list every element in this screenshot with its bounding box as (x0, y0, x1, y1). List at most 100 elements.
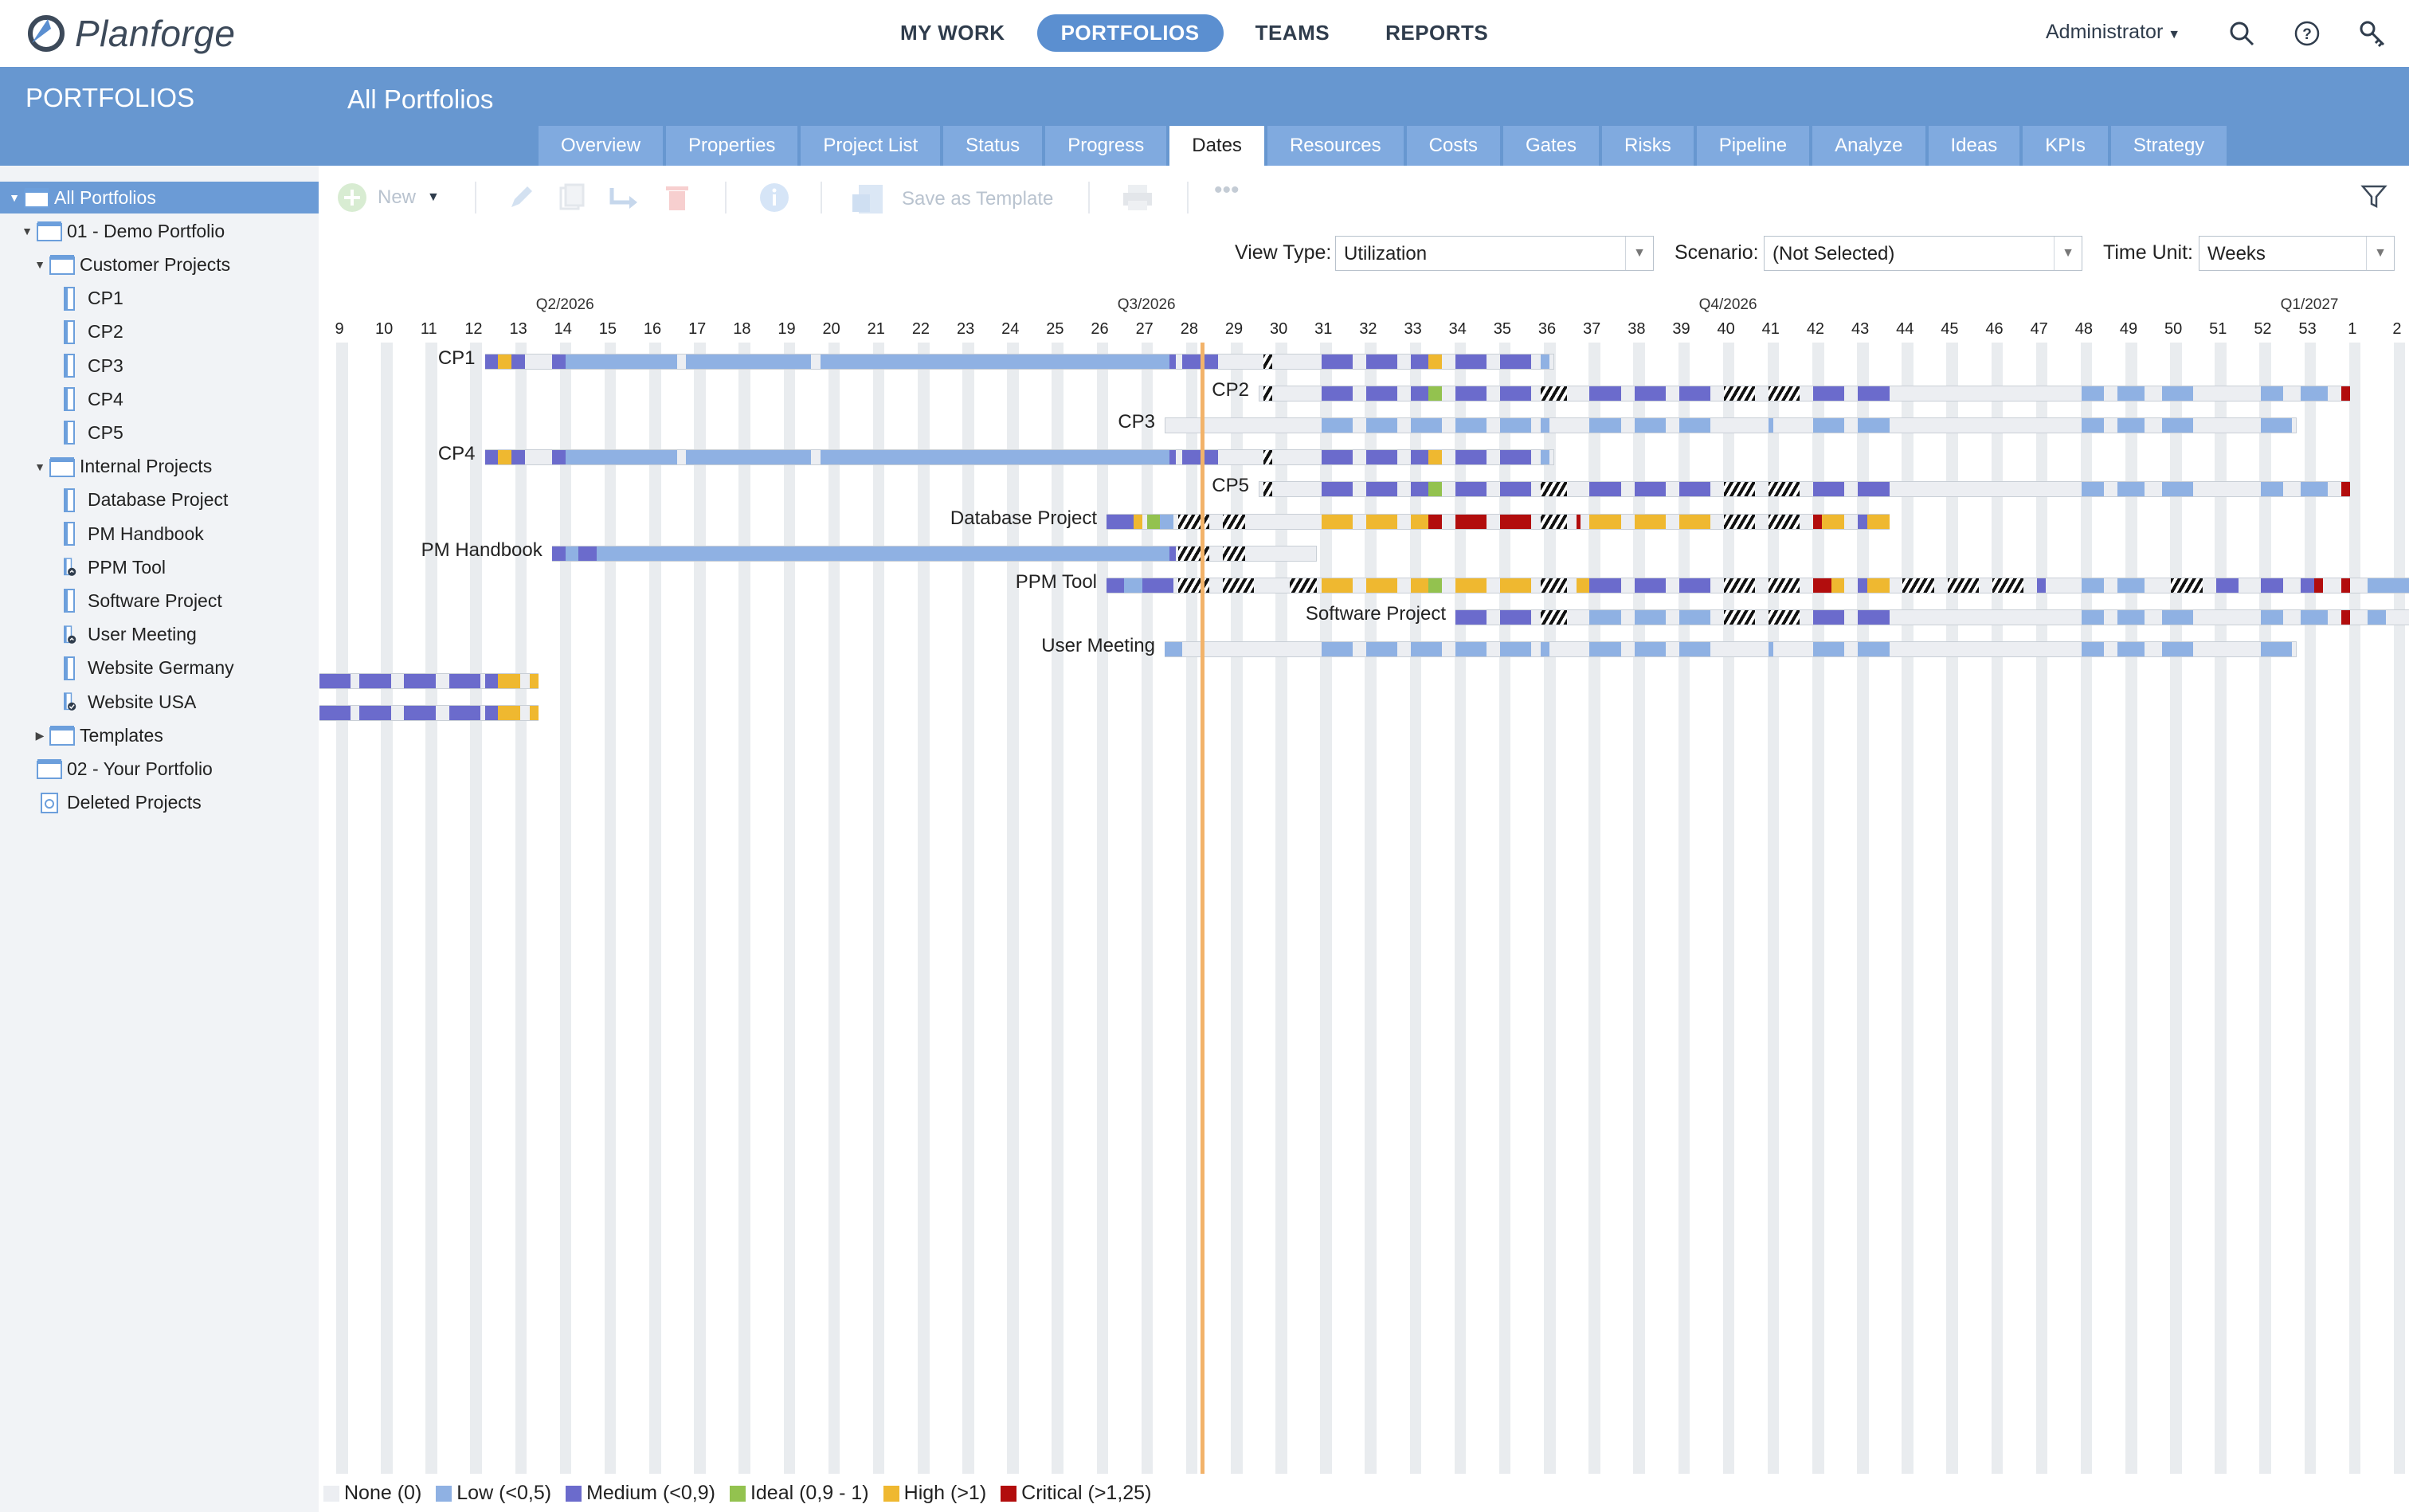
trash-icon[interactable] (661, 182, 693, 213)
utilization-segment-high (1692, 514, 1711, 529)
tree-item-cp1[interactable]: CP1 (48, 283, 123, 315)
utilization-segment-low (2162, 386, 2194, 402)
tree-item-ppm-tool[interactable]: PPM Tool (48, 551, 166, 583)
expand-right-icon[interactable]: ▶ (33, 729, 46, 742)
tree-item-software-project[interactable]: Software Project (48, 585, 222, 617)
project-bar[interactable] (1165, 417, 2297, 434)
print-icon[interactable] (1120, 182, 1155, 213)
tab-analyze[interactable]: Analyze (1812, 126, 1925, 166)
week-band (1185, 343, 1198, 1474)
project-bar[interactable] (319, 673, 539, 689)
nav-reports[interactable]: REPORTS (1361, 14, 1512, 52)
scenario-select[interactable]: (Not Selected) ▼ (1764, 236, 2082, 271)
new-button[interactable]: New ▼ (336, 182, 440, 213)
tree-item-website-usa[interactable]: Website USA (48, 686, 196, 718)
project-bar[interactable] (1258, 386, 2350, 402)
project-bar-label[interactable]: CP4 (438, 443, 476, 465)
utilization-segment-low (1455, 418, 1487, 433)
project-bar-label[interactable]: CP5 (1212, 475, 1249, 497)
view-type-select[interactable]: Utilization ▼ (1335, 236, 1654, 271)
tab-dates[interactable]: Dates (1169, 126, 1264, 166)
tab-status[interactable]: Status (943, 126, 1043, 166)
portfolio-folder-icon (49, 726, 75, 746)
tree-item-cp2[interactable]: CP2 (48, 316, 123, 348)
tree-item-website-germany[interactable]: Website Germany (48, 652, 234, 684)
tab-pipeline[interactable]: Pipeline (1696, 126, 1810, 166)
tab-risks[interactable]: Risks (1602, 126, 1694, 166)
project-in-progress-icon (64, 558, 76, 577)
tree-item-cp3[interactable]: CP3 (48, 350, 123, 382)
project-bar-label[interactable]: Database Project (950, 507, 1097, 530)
project-bar[interactable] (551, 545, 1317, 562)
save-as-template-button[interactable]: Save as Template (851, 182, 1053, 217)
tree-item-all-portfolios[interactable]: ▼ All Portfolios (0, 182, 319, 213)
project-bar[interactable] (1107, 577, 2409, 593)
help-icon[interactable]: ? (2293, 19, 2321, 48)
copy-icon[interactable] (556, 182, 588, 213)
filter-icon[interactable] (2360, 182, 2388, 210)
tab-kpis[interactable]: KPIs (2023, 126, 2108, 166)
utilization-segment-high (1321, 514, 1353, 529)
svg-text:?: ? (2302, 26, 2312, 43)
tree-item-01-demo-portfolio[interactable]: ▼ 01 - Demo Portfolio (21, 215, 225, 247)
tree-item-deleted-projects[interactable]: Deleted Projects (21, 787, 202, 819)
week-label: 32 (1359, 320, 1377, 338)
tree-item-templates[interactable]: ▶ Templates (33, 719, 163, 751)
more-icon[interactable]: ••• (1214, 177, 1240, 204)
tab-project-list[interactable]: Project List (801, 126, 941, 166)
nav-teams[interactable]: TEAMS (1232, 14, 1354, 52)
project-bar[interactable] (319, 705, 539, 722)
tab-progress[interactable]: Progress (1045, 126, 1167, 166)
tab-resources[interactable]: Resources (1267, 126, 1404, 166)
edit-icon[interactable] (505, 182, 537, 213)
project-bar[interactable] (484, 354, 1554, 370)
project-bar-label[interactable]: CP3 (1118, 411, 1155, 433)
nav-my-work[interactable]: MY WORK (876, 14, 1029, 52)
tree-item-cp4[interactable]: CP4 (48, 383, 123, 415)
expand-down-icon[interactable]: ▼ (33, 258, 46, 271)
move-icon[interactable] (607, 182, 642, 213)
search-icon[interactable] (2227, 19, 2256, 48)
week-label: 41 (1761, 320, 1780, 338)
app-logo[interactable]: Planforge (24, 10, 235, 57)
tab-gates[interactable]: Gates (1503, 126, 1600, 166)
time-unit-select[interactable]: Weeks ▼ (2199, 236, 2395, 271)
tree-item-customer-projects[interactable]: ▼ Customer Projects (33, 249, 230, 280)
project-bar[interactable] (1107, 513, 1890, 530)
overbooked-segment (1223, 514, 1246, 529)
tree-item-cp5[interactable]: CP5 (48, 417, 123, 449)
project-bar-label[interactable]: CP1 (438, 347, 476, 370)
tree-item-database-project[interactable]: Database Project (48, 484, 228, 516)
tab-ideas[interactable]: Ideas (1928, 126, 2020, 166)
tree-item-user-meeting[interactable]: User Meeting (48, 619, 197, 651)
project-bar[interactable] (1165, 640, 2297, 657)
project-bar-label[interactable]: PM Handbook (421, 539, 543, 562)
tree-item-label: PPM Tool (88, 556, 166, 578)
tree-item-pm-handbook[interactable]: PM Handbook (48, 518, 204, 550)
expand-down-icon[interactable]: ▼ (33, 460, 46, 473)
tree-item-internal-projects[interactable]: ▼ Internal Projects (33, 451, 212, 483)
utilization-segment-medium (1678, 386, 1693, 402)
gantt-chart: 9 10 11 12 13 14 15 16 17 18 19 20 21 22 23 24 25 26 27 28 2… (0, 0, 2409, 1512)
project-bar-label[interactable]: User Meeting (1041, 635, 1155, 657)
nav-portfolios[interactable]: PORTFOLIOS (1036, 14, 1224, 52)
tab-costs[interactable]: Costs (1406, 126, 1501, 166)
expand-down-icon[interactable]: ▼ (21, 225, 33, 237)
project-bar-label[interactable]: CP2 (1212, 379, 1249, 402)
project-bar[interactable] (1455, 609, 2409, 625)
info-icon[interactable] (758, 182, 790, 213)
utilization-segment-low (2082, 482, 2105, 497)
tab-properties[interactable]: Properties (666, 126, 798, 166)
legend-label: None (0) (344, 1482, 422, 1504)
project-bar-label[interactable]: Software Project (1306, 603, 1446, 625)
project-bar-label[interactable]: PPM Tool (1016, 571, 1097, 593)
tree-item-02-your-portfolio[interactable]: 02 - Your Portfolio (21, 753, 213, 785)
tab-strategy[interactable]: Strategy (2110, 126, 2227, 166)
key-icon[interactable] (2358, 19, 2387, 48)
user-menu[interactable]: Administrator ▼ (2046, 21, 2180, 44)
overbooked-segment (1769, 514, 1800, 529)
expand-down-icon[interactable]: ▼ (8, 191, 21, 204)
project-bar[interactable] (1258, 481, 2350, 498)
project-bar[interactable] (484, 449, 1554, 466)
tab-overview[interactable]: Overview (539, 126, 664, 166)
